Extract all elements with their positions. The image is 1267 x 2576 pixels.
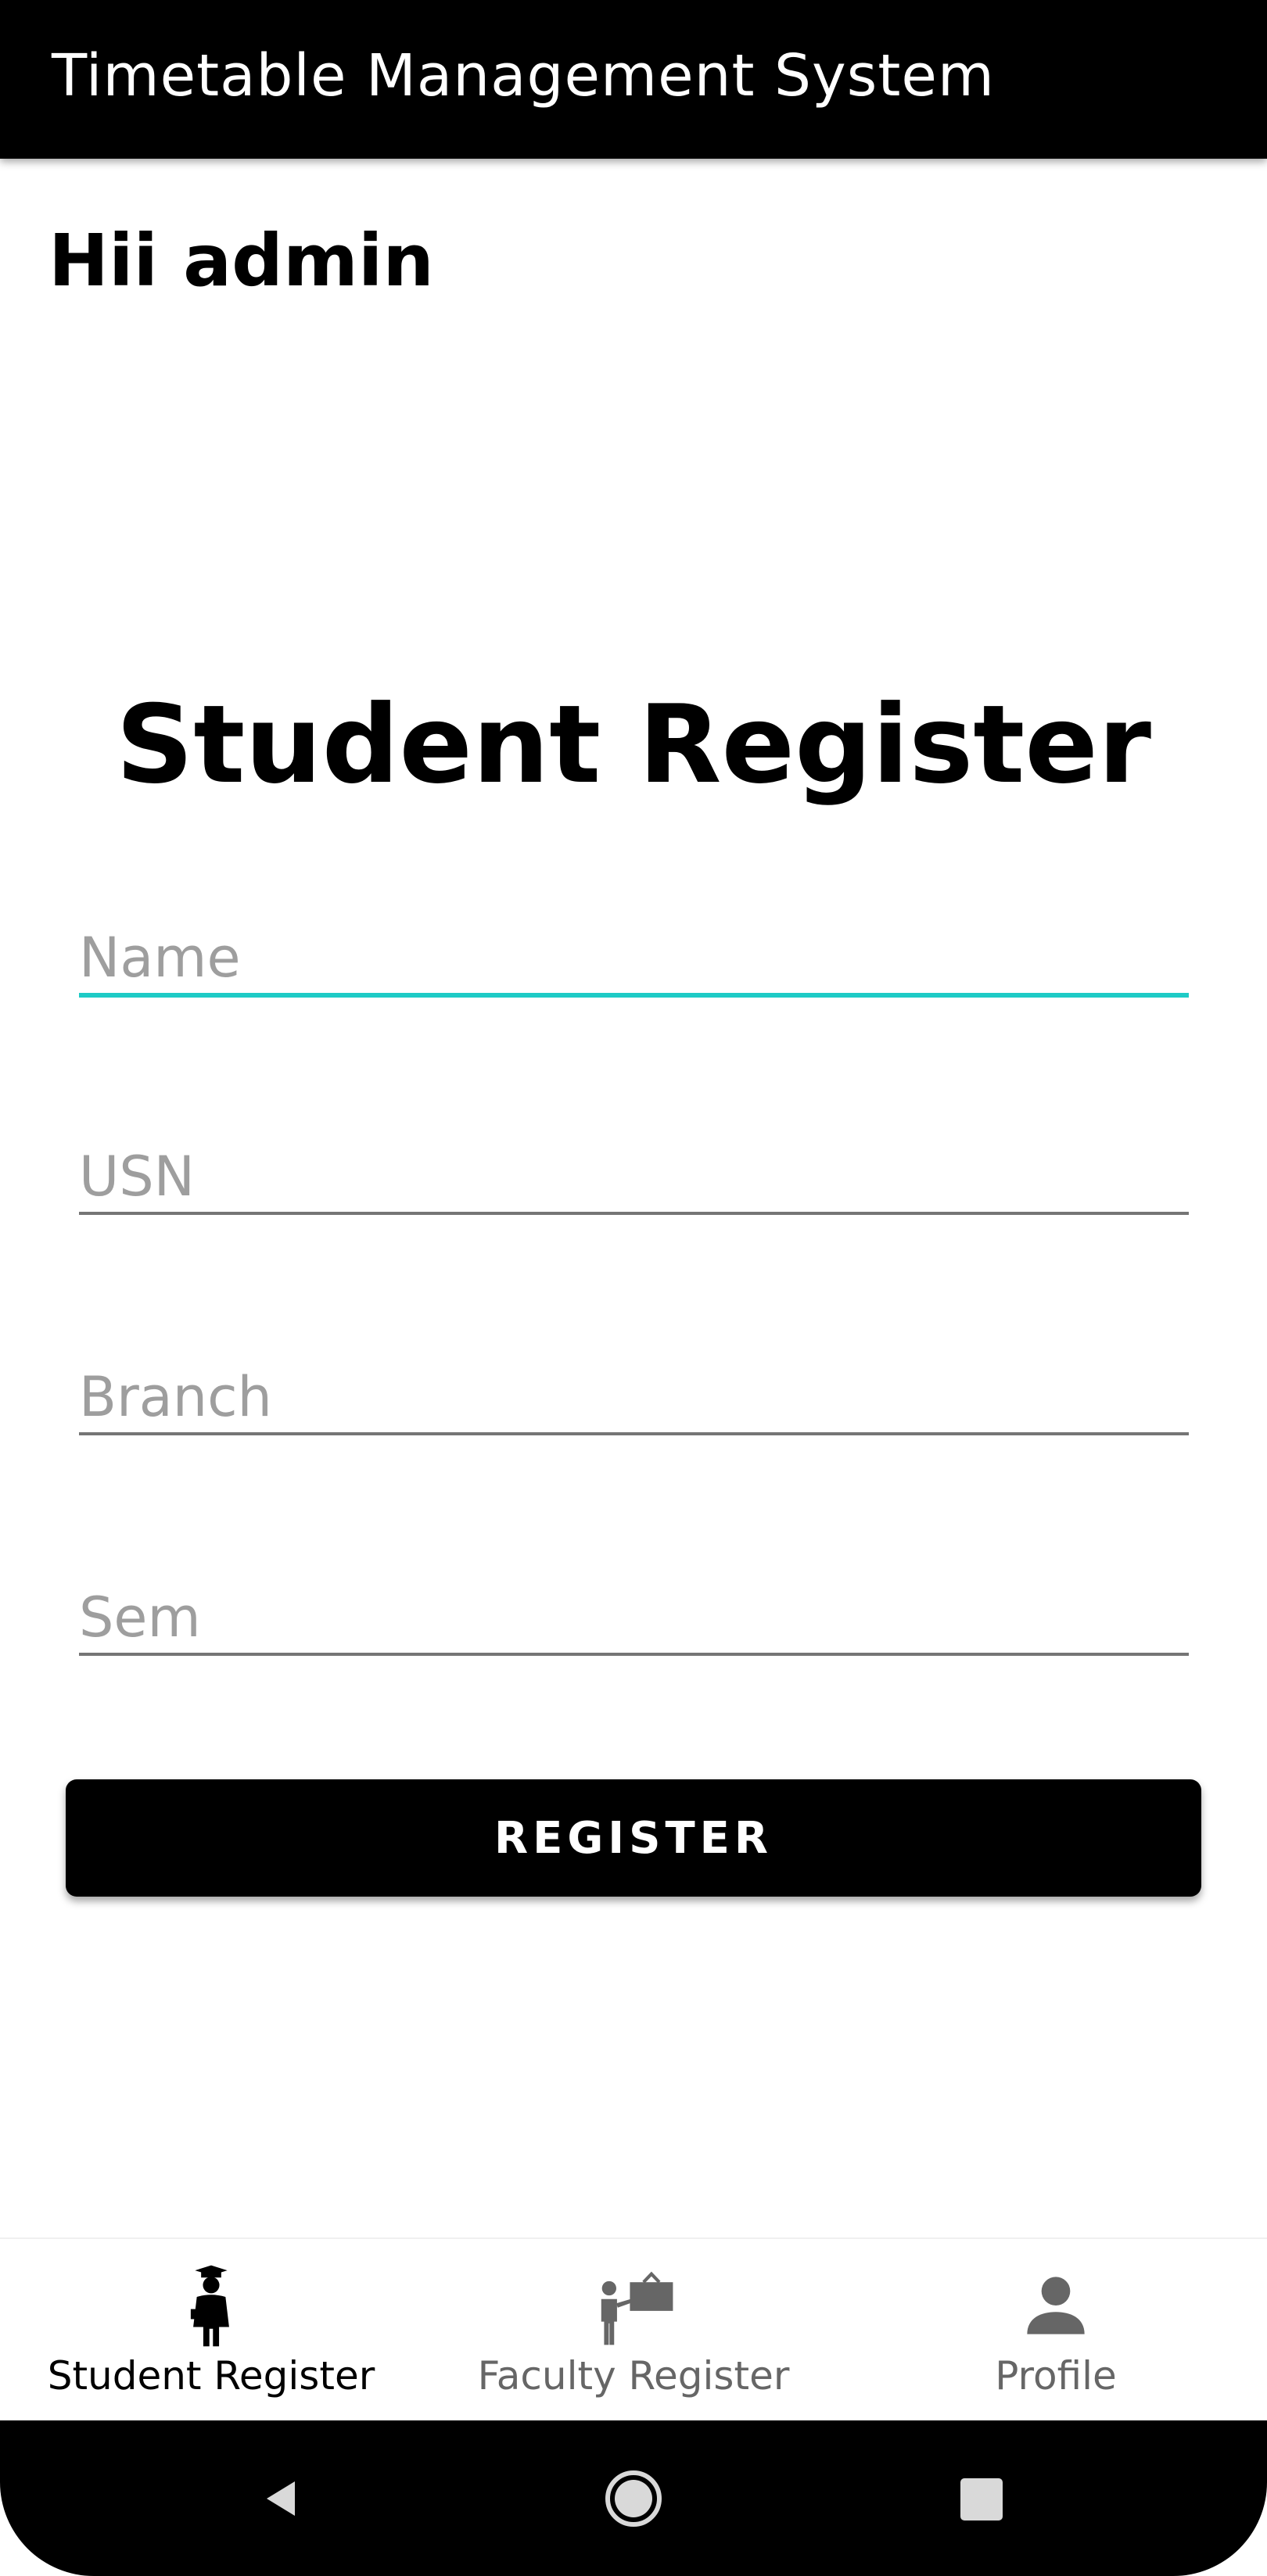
sem-field[interactable] (79, 1582, 1189, 1656)
branch-field[interactable] (79, 1362, 1189, 1435)
person-icon (1027, 2277, 1085, 2334)
student-icon (190, 2265, 229, 2347)
nav-label-faculty-register: Faculty Register (477, 2353, 790, 2399)
nav-label-profile: Profile (995, 2353, 1117, 2399)
sem-input[interactable] (79, 1582, 1189, 1653)
nav-item-faculty-register[interactable]: Faculty Register (422, 2239, 845, 2422)
back-icon[interactable] (260, 2477, 304, 2520)
bottom-navigation: Student Register Faculty Register Profil… (0, 2237, 1267, 2422)
app-bar: Timetable Management System (0, 0, 1267, 159)
home-icon[interactable] (604, 2469, 663, 2528)
nav-item-student-register[interactable]: Student Register (0, 2239, 422, 2422)
nav-item-profile[interactable]: Profile (845, 2239, 1267, 2422)
system-navigation-bar (0, 2420, 1267, 2576)
app-title: Timetable Management System (52, 42, 995, 109)
teacher-icon (601, 2271, 673, 2345)
name-input[interactable] (79, 923, 1189, 993)
recents-icon[interactable] (960, 2478, 1003, 2520)
form-title: Student Register (116, 682, 1151, 808)
name-field[interactable] (79, 923, 1189, 998)
usn-input[interactable] (79, 1141, 1189, 1212)
greeting-text: Hii admin (48, 219, 434, 303)
nav-label-student-register: Student Register (47, 2353, 375, 2399)
usn-field[interactable] (79, 1141, 1189, 1215)
register-button[interactable]: REGISTER (66, 1779, 1201, 1897)
branch-input[interactable] (79, 1362, 1189, 1432)
